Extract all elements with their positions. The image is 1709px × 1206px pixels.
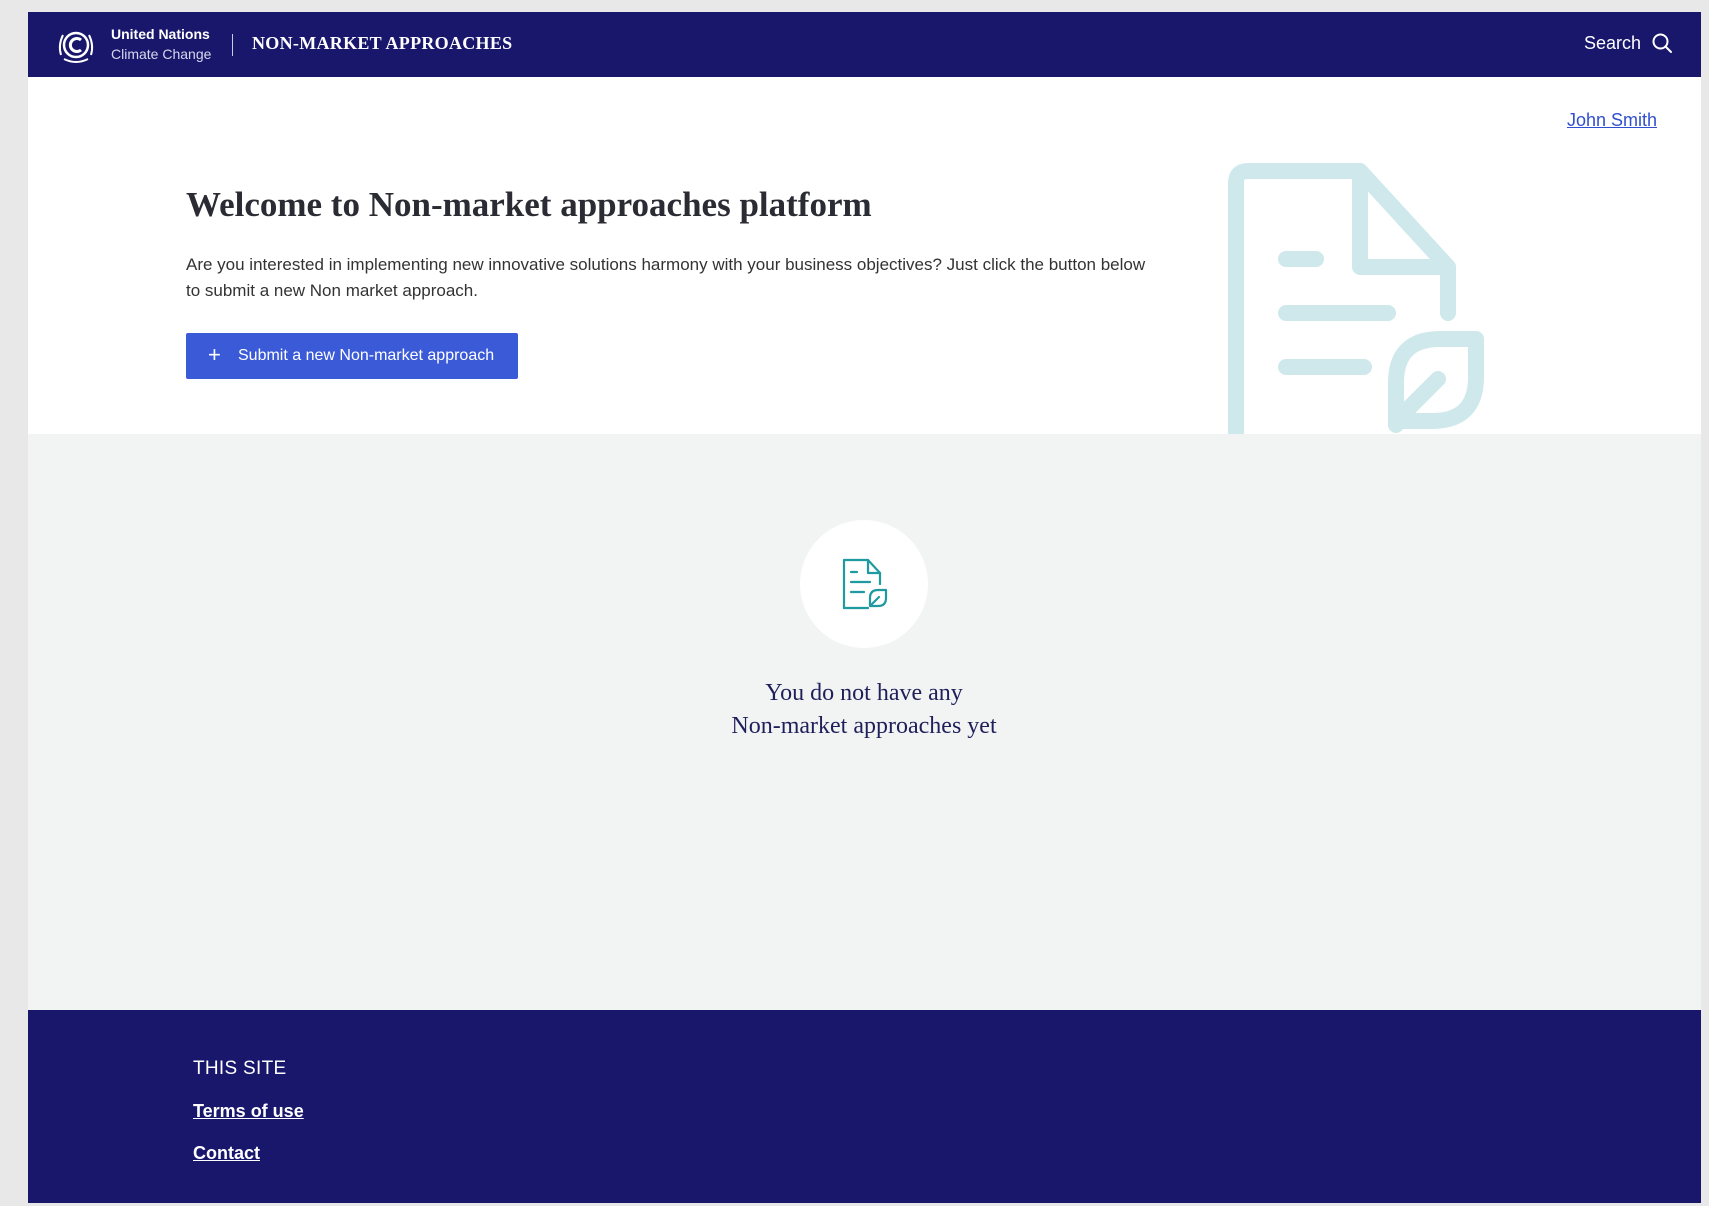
contact-link[interactable]: Contact xyxy=(193,1143,260,1164)
document-leaf-icon xyxy=(842,558,888,610)
hero-section: John Smith Welcome to Non-market approac… xyxy=(28,77,1701,434)
empty-state-section: You do not have any Non-market approache… xyxy=(28,434,1701,1010)
page-title: Welcome to Non-market approaches platfor… xyxy=(186,185,872,224)
search-link[interactable]: Search xyxy=(1584,33,1641,54)
empty-state-message: You do not have any Non-market approache… xyxy=(564,677,1164,743)
app-title[interactable]: NON-MARKET APPROACHES xyxy=(252,33,512,54)
plus-icon: + xyxy=(208,342,221,367)
empty-state-line1: You do not have any xyxy=(765,680,963,706)
user-profile-link[interactable]: John Smith xyxy=(1567,110,1657,131)
submit-approach-button[interactable]: + Submit a new Non-market approach xyxy=(186,333,518,379)
search-icon[interactable] xyxy=(1651,32,1673,54)
logo-org-name: United Nations xyxy=(111,26,210,42)
un-climate-emblem-icon[interactable] xyxy=(54,25,98,65)
submit-button-label: Submit a new Non-market approach xyxy=(238,347,495,364)
logo-org-subtitle: Climate Change xyxy=(111,46,212,62)
welcome-description: Are you interested in implementing new i… xyxy=(186,255,1146,300)
empty-state-icon-circle xyxy=(800,520,928,648)
empty-state-line2: Non-market approaches yet xyxy=(731,713,997,739)
page: United Nations Climate Change NON-MARKET… xyxy=(28,12,1701,1203)
document-leaf-icon xyxy=(1228,163,1484,434)
terms-of-use-link[interactable]: Terms of use xyxy=(193,1101,304,1122)
header-divider xyxy=(232,34,233,56)
site-footer: THIS SITE Terms of use Contact xyxy=(28,1010,1701,1203)
footer-heading: THIS SITE xyxy=(193,1058,287,1079)
top-header: United Nations Climate Change NON-MARKET… xyxy=(28,12,1701,77)
